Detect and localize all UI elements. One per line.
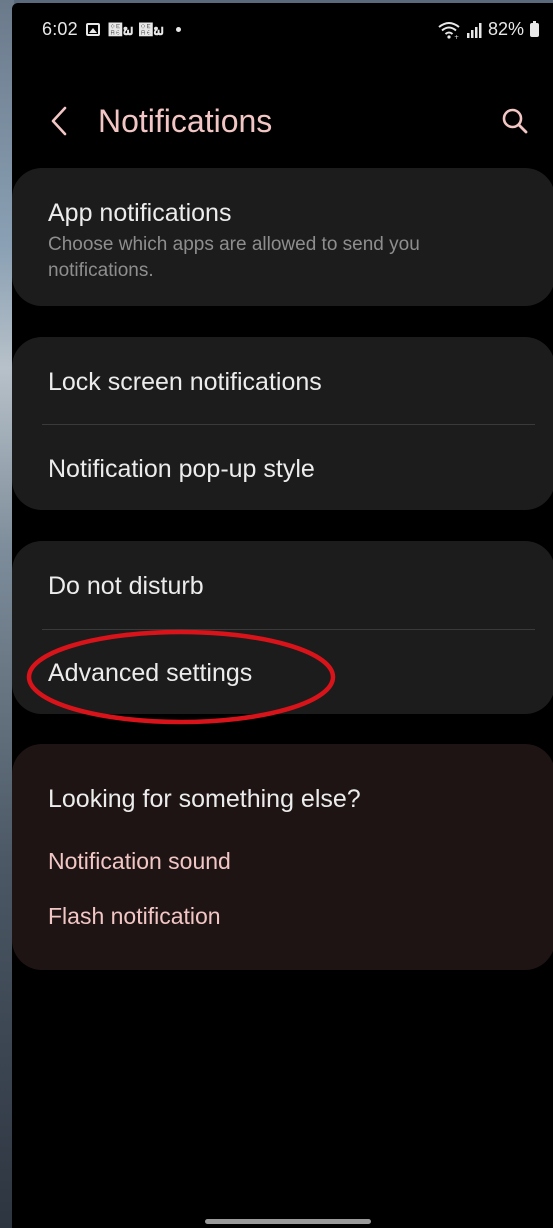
- status-time: 6:02: [42, 19, 78, 39]
- page-title: Notifications: [98, 103, 273, 139]
- status-bar: 6:02 ຦ພ ຦ພ + 82%: [12, 3, 553, 59]
- home-indicator[interactable]: [205, 1219, 371, 1224]
- signal-icon: [466, 22, 482, 38]
- back-arrow-icon: [51, 106, 67, 136]
- status-app-glyphs: ຦ພ ຦ພ: [107, 20, 164, 39]
- notification-dot: [175, 27, 181, 32]
- looking-for-something-else-card: Looking for something else? Notification…: [12, 744, 553, 970]
- app-bar: Notifications: [12, 93, 553, 153]
- lock-screen-notifications-item[interactable]: Lock screen notifications: [48, 367, 322, 397]
- app-notifications-subtitle: Choose which apps are allowed to send yo…: [48, 234, 420, 281]
- phone-screen: 6:02 ຦ພ ຦ພ + 82%: [12, 3, 553, 1228]
- search-button[interactable]: [497, 103, 533, 139]
- divider: [42, 424, 535, 425]
- flash-notification-link[interactable]: Flash notification: [48, 902, 221, 930]
- do-not-disturb-item[interactable]: Do not disturb: [48, 571, 204, 601]
- notification-popup-style-item[interactable]: Notification pop-up style: [48, 454, 315, 484]
- status-right: + 82%: [438, 19, 539, 40]
- advanced-settings-item[interactable]: Advanced settings: [48, 658, 252, 688]
- back-button[interactable]: [42, 103, 76, 139]
- svg-text:+: +: [454, 34, 459, 39]
- search-icon: [502, 108, 528, 134]
- battery-icon: [530, 20, 539, 37]
- lock-screen-group-card: Lock screen notifications Notification p…: [12, 337, 553, 510]
- gallery-icon: [85, 23, 100, 36]
- looking-for-title: Looking for something else?: [48, 785, 361, 813]
- app-notifications-card[interactable]: App notifications Choose which apps are …: [12, 168, 553, 306]
- divider: [42, 629, 535, 630]
- dnd-group-card: Do not disturb Advanced settings: [12, 541, 553, 714]
- battery-percent: 82%: [487, 19, 524, 39]
- status-left: 6:02 ຦ພ ຦ພ: [42, 19, 181, 40]
- notification-sound-link[interactable]: Notification sound: [48, 847, 231, 875]
- wifi-icon: +: [438, 21, 460, 39]
- app-notifications-title: App notifications: [48, 199, 232, 227]
